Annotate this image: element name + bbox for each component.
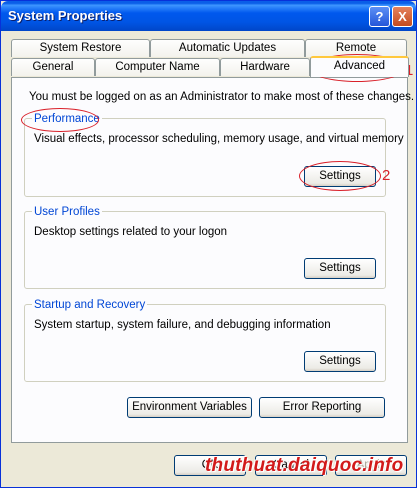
close-icon: X: [398, 9, 407, 24]
help-button[interactable]: ?: [369, 6, 390, 27]
tab-hardware[interactable]: Hardware: [220, 58, 310, 76]
window-title: System Properties: [8, 8, 123, 23]
settings-button-highlight: [299, 161, 381, 191]
environment-variables-button[interactable]: Environment Variables: [127, 397, 252, 418]
startup-recovery-settings-button[interactable]: Settings: [304, 351, 376, 372]
startup-recovery-description: System startup, system failure, and debu…: [34, 319, 331, 331]
tab-automatic-updates[interactable]: Automatic Updates: [150, 39, 305, 57]
admin-notice: You must be logged on as an Administrato…: [29, 91, 415, 103]
tab-system-restore[interactable]: System Restore: [11, 39, 150, 57]
error-reporting-button[interactable]: Error Reporting: [259, 397, 385, 418]
user-profiles-label: User Profiles: [32, 206, 102, 218]
performance-highlight: [21, 108, 99, 132]
help-icon: ?: [375, 9, 384, 24]
close-button[interactable]: X: [392, 6, 413, 27]
watermark: thuthuat.daiquoc.info: [205, 455, 404, 476]
title-bar[interactable]: System Properties ? X: [1, 1, 416, 31]
tab-computer-name[interactable]: Computer Name: [95, 58, 220, 76]
system-properties-window: System Properties ? X System Restore Aut…: [0, 0, 417, 488]
tab-advanced[interactable]: Advanced: [310, 56, 409, 77]
user-profiles-description: Desktop settings related to your logon: [34, 226, 228, 238]
tab-general[interactable]: General: [11, 58, 95, 76]
startup-recovery-label: Startup and Recovery: [32, 299, 148, 311]
performance-description: Visual effects, processor scheduling, me…: [34, 133, 404, 145]
user-profiles-settings-button[interactable]: Settings: [304, 258, 376, 279]
annotation-marker-2: 2: [382, 167, 391, 184]
